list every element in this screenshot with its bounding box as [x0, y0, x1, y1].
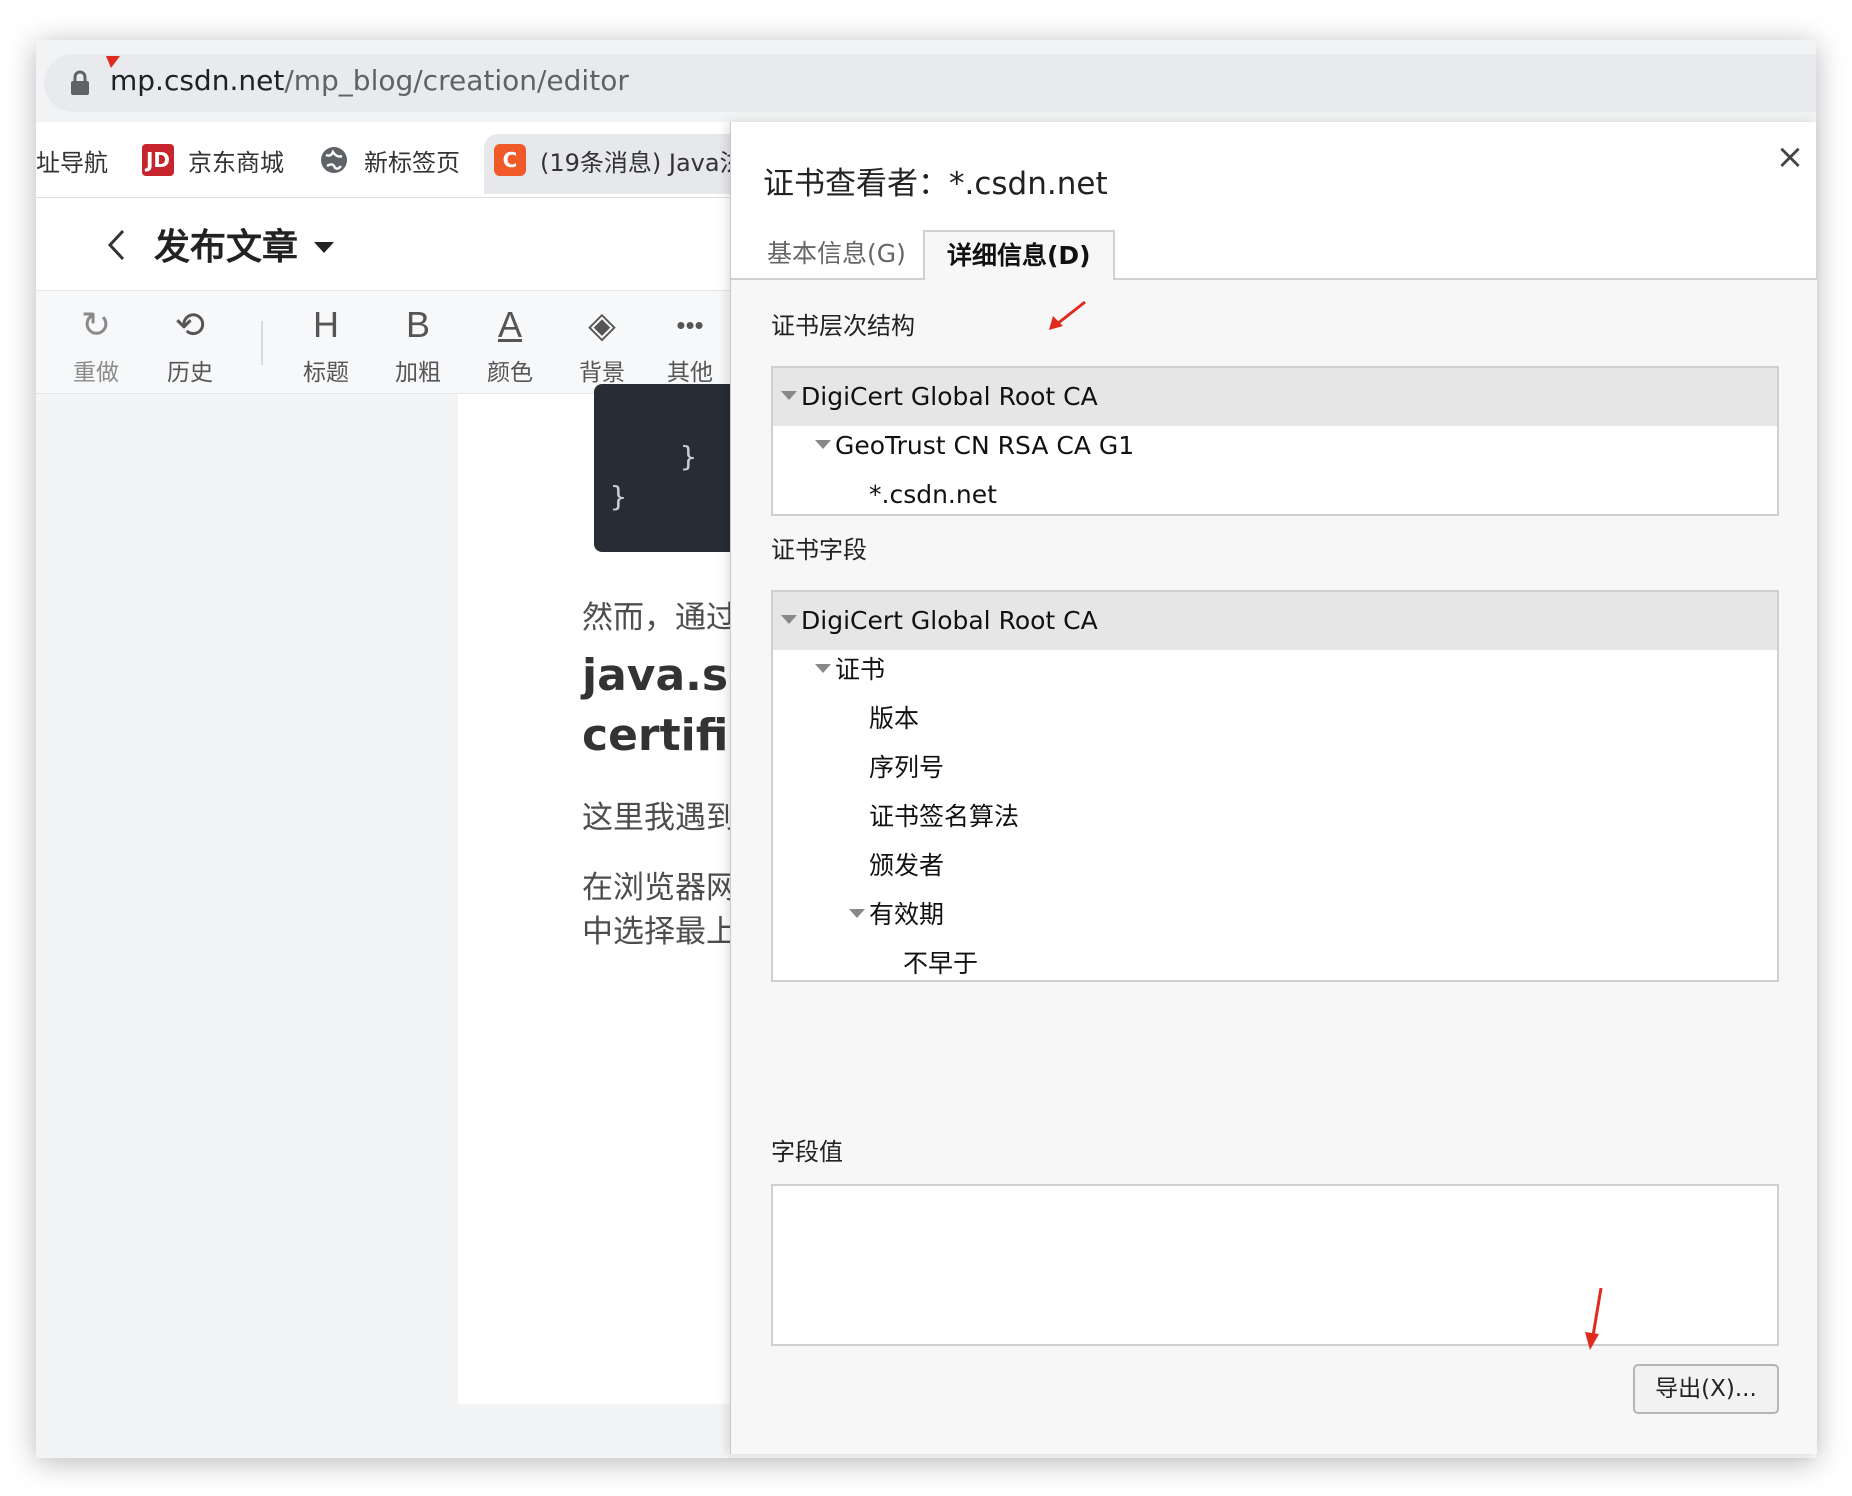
bookmark-jd[interactable]: JD 京东商城 — [142, 140, 284, 180]
history-button[interactable]: ⟲ 历史 — [150, 304, 230, 387]
hierarchy-label: 证书层次结构 — [771, 312, 915, 340]
text-color-button[interactable]: A 颜色 — [470, 304, 550, 387]
tool-label: 颜色 — [487, 360, 533, 386]
tab-basic-info[interactable]: 基本信息(G) — [745, 230, 928, 280]
text-color-icon: A — [497, 304, 522, 345]
bookmark-label: 新标签页 — [364, 148, 460, 177]
tree-item-label: *.csdn.net — [869, 480, 997, 509]
certificate-hierarchy-tree[interactable]: DigiCert Global Root CA GeoTrust CN RSA … — [771, 366, 1779, 516]
bold-button[interactable]: B 加粗 — [378, 304, 458, 387]
url-path: /mp_blog/creation/editor — [284, 64, 629, 97]
field-value-heading: 字段值 — [771, 1138, 843, 1166]
lock-icon — [71, 70, 89, 95]
redo-icon: ↻ — [80, 304, 112, 345]
tab-bar: 基本信息(G) 详细信息(D) — [731, 226, 1817, 284]
code-line: } — [680, 440, 697, 473]
csdn-icon: C — [494, 144, 526, 176]
bookmark-nav[interactable]: 址导航 — [36, 140, 108, 180]
tree-item[interactable]: 不早于 — [773, 935, 1777, 980]
dialog-title: 证书查看者：*.csdn.net — [763, 166, 1108, 202]
expand-caret-icon[interactable] — [781, 391, 797, 400]
expand-caret-icon[interactable] — [781, 615, 797, 624]
fields-label: 证书字段 — [771, 536, 867, 564]
bookmark-label: 京东商城 — [188, 148, 284, 177]
chevron-down-icon[interactable] — [314, 242, 334, 253]
bookmark-new-tab[interactable]: 新标签页 — [318, 140, 460, 180]
certificate-viewer-dialog: 证书查看者：*.csdn.net × 基本信息(G) 详细信息(D) 证书层次结… — [730, 122, 1817, 1454]
redo-button[interactable]: ↻ 重做 — [56, 304, 136, 387]
heading-button[interactable]: H 标题 — [286, 304, 366, 387]
tool-label: 标题 — [303, 360, 349, 386]
certificate-fields-tree[interactable]: DigiCert Global Root CA 证书 版本 序列号 证书签名算法… — [771, 590, 1779, 982]
background-color-button[interactable]: ◈ 背景 — [562, 304, 642, 387]
code-line: } — [610, 480, 627, 513]
toolbar-divider — [261, 321, 263, 365]
tool-label: 历史 — [167, 360, 213, 386]
tool-label: 其他 — [667, 360, 713, 386]
jd-icon: JD — [142, 144, 174, 176]
bookmark-label: (19条消息) Java泫 — [540, 148, 744, 177]
history-icon: ⟲ — [174, 304, 206, 345]
tree-item-label: 不早于 — [903, 949, 979, 978]
tree-item[interactable]: *.csdn.net — [773, 466, 1777, 514]
expand-caret-icon[interactable] — [815, 664, 831, 673]
paragraph: 然而，通过 — [582, 600, 737, 636]
more-button[interactable]: ••• 其他 — [650, 305, 730, 387]
back-icon[interactable] — [106, 228, 128, 262]
tab-details[interactable]: 详细信息(D) — [923, 230, 1115, 284]
page-title: 发布文章 — [154, 227, 299, 268]
paragraph: 这里我遇到 — [582, 800, 737, 836]
paragraph: 中选择最上 — [582, 914, 737, 950]
globe-icon — [321, 147, 347, 173]
paragraph: 在浏览器网 — [582, 870, 737, 906]
annotation-arrow-url — [106, 56, 120, 68]
address-bar: mp.csdn.net/mp_blog/creation/editor — [36, 40, 1816, 122]
bookmark-label: 址导航 — [36, 148, 108, 177]
heading-icon: H — [313, 304, 339, 345]
section-heading: certific — [582, 710, 755, 761]
close-icon[interactable]: × — [1771, 138, 1809, 176]
tool-label: 加粗 — [395, 360, 441, 386]
annotation-arrow-hierarchy — [1049, 300, 1086, 330]
export-button[interactable]: 导出(X)... — [1633, 1364, 1779, 1414]
expand-caret-icon[interactable] — [815, 440, 831, 449]
paint-bucket-icon: ◈ — [588, 304, 616, 345]
bold-icon: B — [405, 304, 430, 345]
annotation-arrow-export — [1585, 1287, 1603, 1350]
field-value-box[interactable] — [771, 1184, 1779, 1346]
url-host: mp.csdn.net — [110, 64, 285, 97]
tool-label: 背景 — [579, 360, 625, 386]
tool-label: 重做 — [73, 360, 119, 386]
url-text[interactable]: mp.csdn.net/mp_blog/creation/editor — [110, 64, 629, 97]
more-icon: ••• — [676, 309, 704, 340]
expand-caret-icon[interactable] — [849, 909, 865, 918]
